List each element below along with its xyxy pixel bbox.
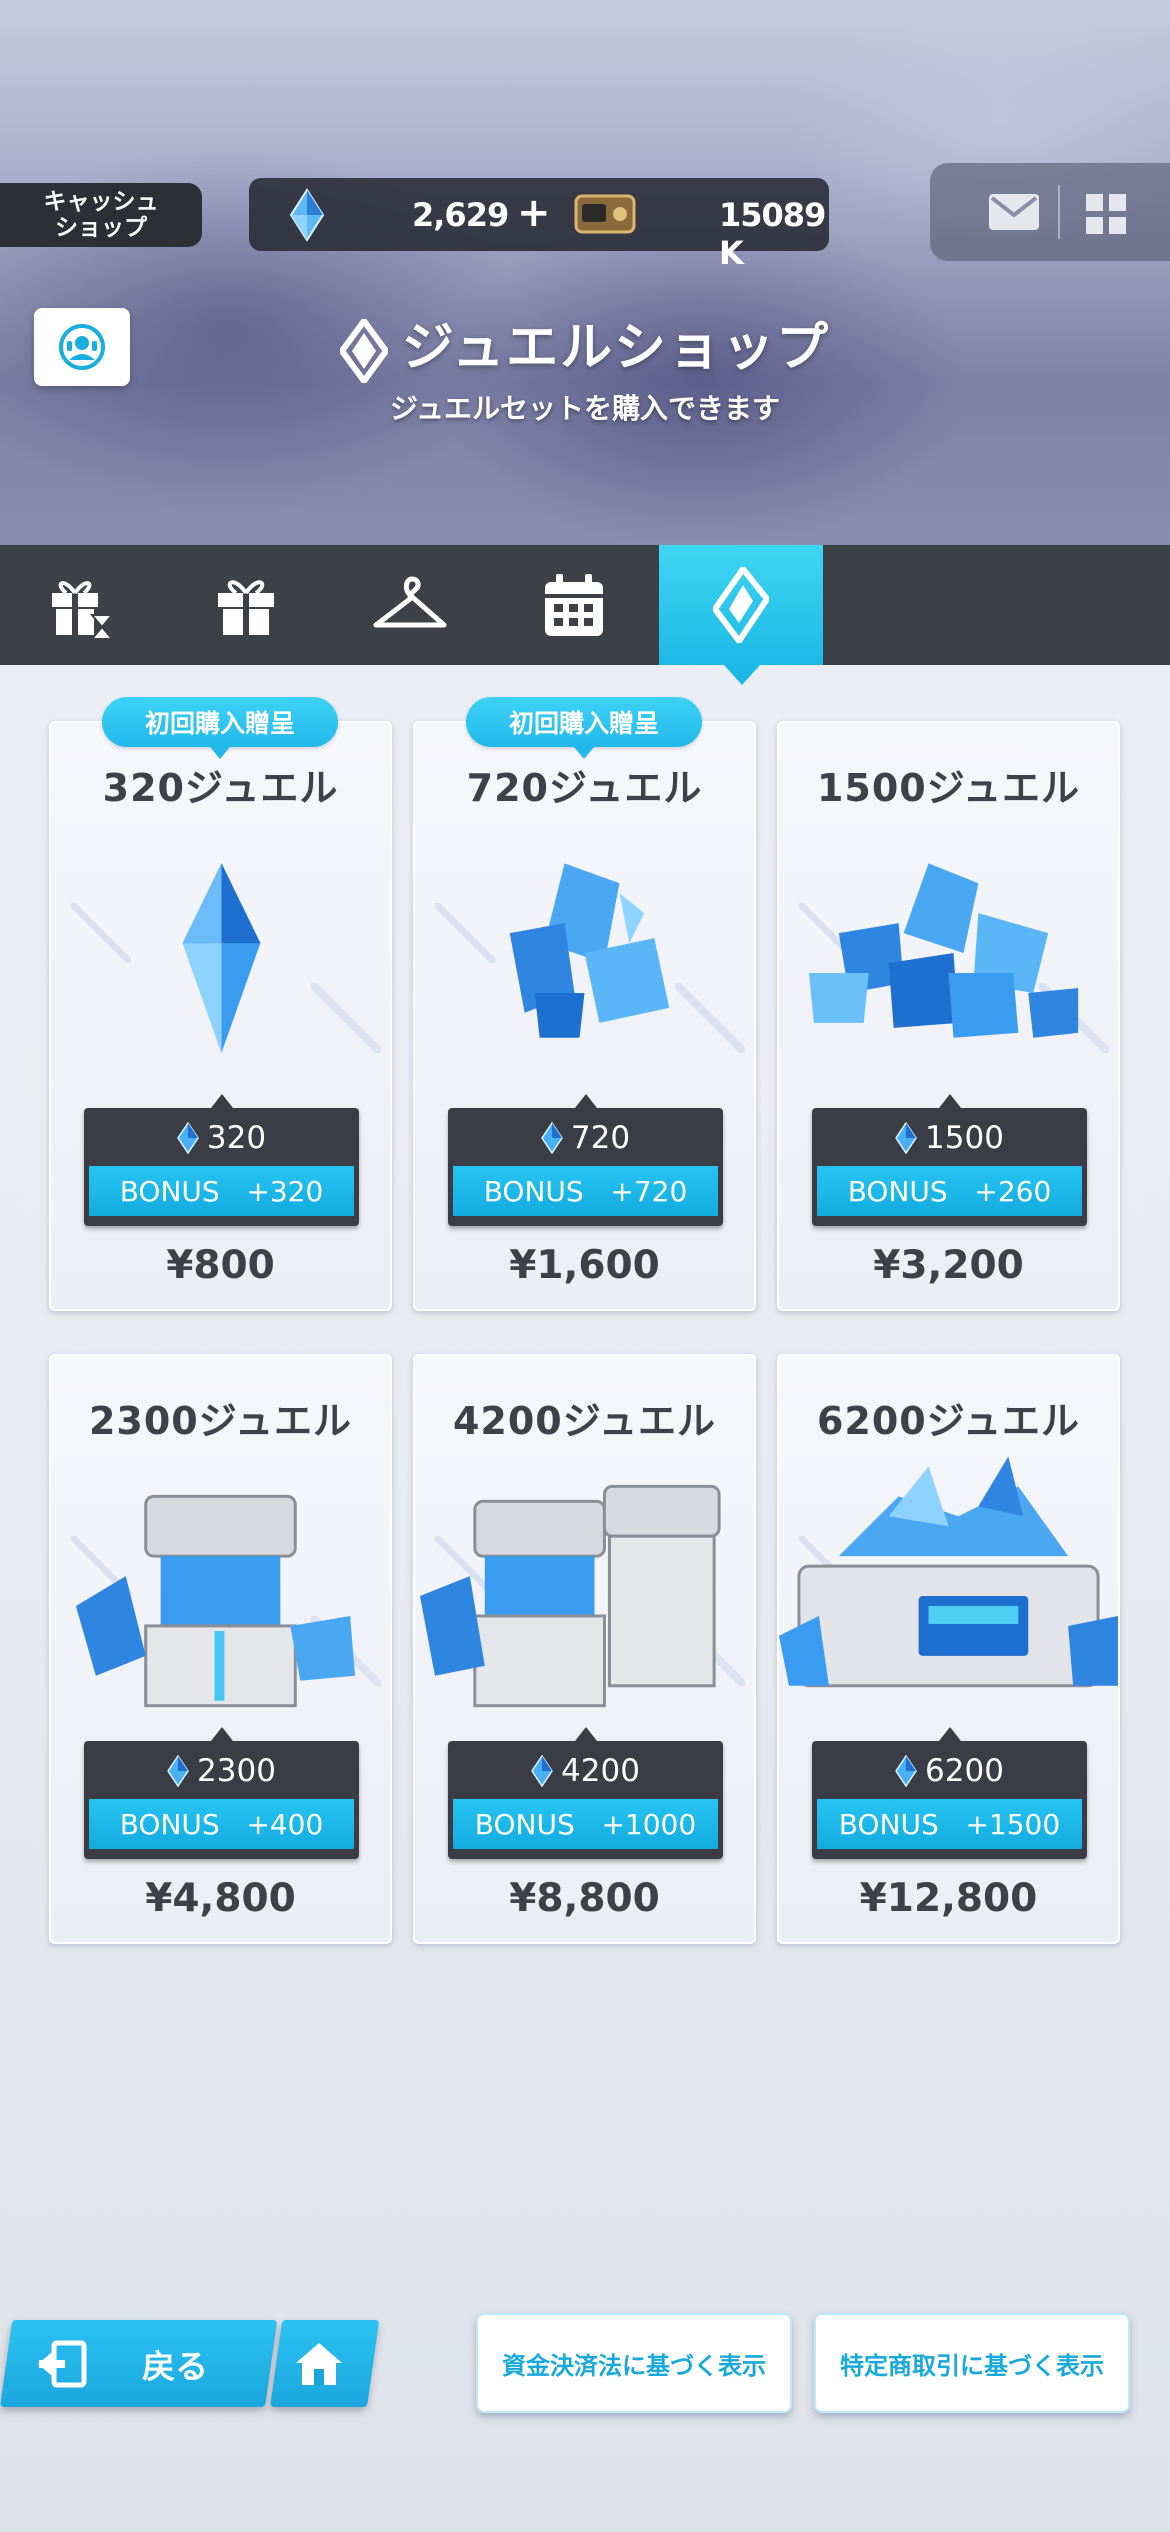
jewel-bundle-image [509,863,670,1038]
mail-icon[interactable] [988,193,1040,231]
back-button[interactable]: 戻る [0,2320,265,2407]
jewel-amount-value: 320 [206,1120,267,1156]
product-title: 4200ジュエル [452,1399,717,1443]
gift-icon [218,580,274,635]
home-button[interactable] [270,2320,367,2407]
category-tabbar [0,545,1170,665]
product-card[interactable]: 1500ジュエル 1500 BONUS +260 ¥3,200 [777,721,1120,1311]
bonus-amount: BONUS +1000 [453,1799,718,1849]
jewel-amount-value: 6200 [925,1753,1004,1789]
page-subtitle: ジュエルセットを購入できます [389,392,781,425]
first-purchase-badge: 初回購入贈呈 [102,697,338,759]
jewel-amount-value: 720 [570,1120,631,1156]
credit-balance: 15089 K [719,196,826,272]
product-title: 1500ジュエル [816,766,1081,810]
jewel-amount-box: 1500 BONUS +260 [812,1094,1087,1226]
jewel-amount: 720 [448,1116,723,1160]
jewel-small-icon [541,1122,563,1154]
product-card[interactable]: 6200ジュエル 6200 BONUS +1500 ¥12,800 [777,1354,1120,1944]
product-price: ¥800 [166,1243,275,1288]
product-title: 320ジュエル [102,766,339,810]
first-purchase-badge: 初回購入贈呈 [466,697,702,759]
jewel-small-icon [895,1755,917,1787]
jewel-amount: 2300 [84,1749,359,1793]
jewel-small-icon [177,1122,199,1154]
jewel-amount-box: 6200 BONUS +1500 [812,1727,1087,1859]
exit-icon [38,2340,87,2387]
jewel-amount-box: 4200 BONUS +1000 [448,1727,723,1859]
product-card[interactable]: 4200ジュエル 4200 BONUS +1000 ¥8,800 [413,1354,756,1944]
tab-limited-gift[interactable] [0,545,164,665]
jewel-title-icon [339,319,388,383]
product-price: ¥3,200 [873,1243,1024,1288]
product-card[interactable]: 2300ジュエル 2300 BONUS +400 ¥4,800 [49,1354,392,1944]
product-title: 720ジュエル [466,766,703,810]
calendar-icon [545,574,603,636]
jewel-amount-value: 4200 [561,1753,640,1789]
jewel-amount: 4200 [448,1749,723,1793]
menu-divider [1058,185,1060,239]
jewel-amount: 320 [84,1116,359,1160]
jewel-balance: 2,629 [412,196,509,234]
product-title: 6200ジュエル [816,1399,1081,1443]
bonus-amount: BONUS +720 [453,1166,718,1216]
page-title-text: ジュエルショップ [401,318,831,378]
jewel-currency-icon [289,188,325,242]
product-title: 2300ジュエル [88,1399,353,1443]
jewel-small-icon [167,1755,189,1787]
active-tab-pointer [724,665,760,685]
header-background [0,0,1170,545]
grid-menu-icon[interactable] [1085,193,1127,235]
jewel-amount-box: 2300 BONUS +400 [84,1727,359,1859]
bonus-amount: BONUS +400 [89,1799,354,1849]
commercial-transactions-act-button[interactable]: 特定商取引に基づく表示 [814,2313,1130,2413]
product-price: ¥8,800 [509,1876,660,1921]
tab-jewel[interactable] [659,545,823,665]
jewel-amount-box: 720 BONUS +720 [448,1094,723,1226]
jewel-bundle-image [779,1456,1118,1688]
back-label: 戻る [142,2346,208,2386]
bonus-amount: BONUS +1500 [817,1799,1082,1849]
jewel-bundle-image [419,1484,721,1708]
tab-outfit[interactable] [328,545,492,665]
currency-bar: 2,629 + 15089 K [249,178,829,272]
home-icon [295,2342,342,2385]
top-right-menu [930,163,1170,261]
gift-timer-icon [52,581,115,640]
product-price: ¥4,800 [145,1876,296,1921]
jewel-amount: 6200 [812,1749,1087,1793]
cash-shop-label: キャッシュ ショップ [0,183,202,247]
payment-services-act-button[interactable]: 資金決済法に基づく表示 [476,2313,792,2413]
jewel-amount: 1500 [812,1116,1087,1160]
credit-card-icon [574,194,636,234]
tab-gift[interactable] [164,545,328,665]
product-price: ¥12,800 [859,1876,1038,1921]
product-price: ¥1,600 [509,1243,660,1288]
jewel-bundle-image [808,863,1079,1038]
bonus-amount: BONUS +260 [817,1166,1082,1216]
hanger-icon [373,576,447,628]
bonus-amount: BONUS +320 [89,1166,354,1216]
add-jewel-button[interactable]: + [517,193,551,233]
jewel-bundle-image [75,1494,356,1708]
jewel-small-icon [895,1122,917,1154]
jewel-amount-box: 320 BONUS +320 [84,1094,359,1226]
product-card[interactable]: 320ジュエル 320 BONUS +320 ¥800 [49,721,392,1311]
jewel-amount-value: 1500 [925,1120,1004,1156]
jewel-bundle-image [182,863,261,1053]
jewel-small-icon [531,1755,553,1787]
product-card[interactable]: 720ジュエル 720 BONUS +720 ¥1,600 [413,721,756,1311]
tab-calendar[interactable] [492,545,656,665]
page-title: ジュエルショップ [0,305,1170,383]
jewel-amount-value: 2300 [197,1753,276,1789]
jewel-icon [713,567,769,643]
